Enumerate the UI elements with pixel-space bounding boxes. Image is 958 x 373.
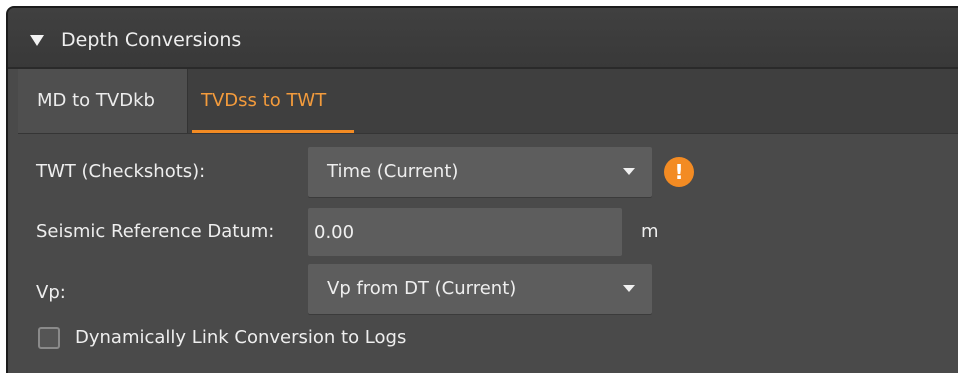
vp-label: Vp: (36, 282, 66, 303)
active-tab-indicator (192, 130, 354, 133)
dynamic-link-label[interactable]: Dynamically Link Conversion to Logs (75, 326, 406, 350)
datum-field-box (308, 208, 622, 256)
warning-icon[interactable]: ! (664, 157, 694, 187)
tab-md-to-tvdkb[interactable]: MD to TVDkb (18, 69, 188, 133)
chevron-down-icon (623, 285, 635, 292)
triangle-down-icon[interactable] (30, 35, 44, 46)
vp-selected-value: Vp from DT (Current) (327, 278, 517, 299)
panel-header[interactable]: Depth Conversions (8, 8, 958, 69)
datum-unit: m (641, 221, 659, 242)
tab-bar: MD to TVDkb TVDss to TWT (18, 69, 958, 134)
datum-label: Seismic Reference Datum: (36, 221, 275, 242)
twt-dropdown[interactable]: Time (Current) (308, 147, 652, 197)
panel-title: Depth Conversions (61, 29, 242, 51)
twt-selected-value: Time (Current) (327, 161, 459, 182)
chevron-down-icon (623, 168, 635, 175)
depth-conversions-panel: Depth Conversions MD to TVDkb TVDss to T… (6, 6, 958, 373)
twt-label: TWT (Checkshots): (36, 161, 206, 182)
vp-dropdown[interactable]: Vp from DT (Current) (308, 264, 652, 314)
tab-label: TVDss to TWT (201, 90, 327, 111)
tab-label: MD to TVDkb (37, 90, 155, 111)
tab-tvdss-to-twt[interactable]: TVDss to TWT (192, 69, 354, 133)
dynamic-link-checkbox[interactable] (38, 327, 60, 349)
datum-input[interactable] (308, 208, 622, 256)
